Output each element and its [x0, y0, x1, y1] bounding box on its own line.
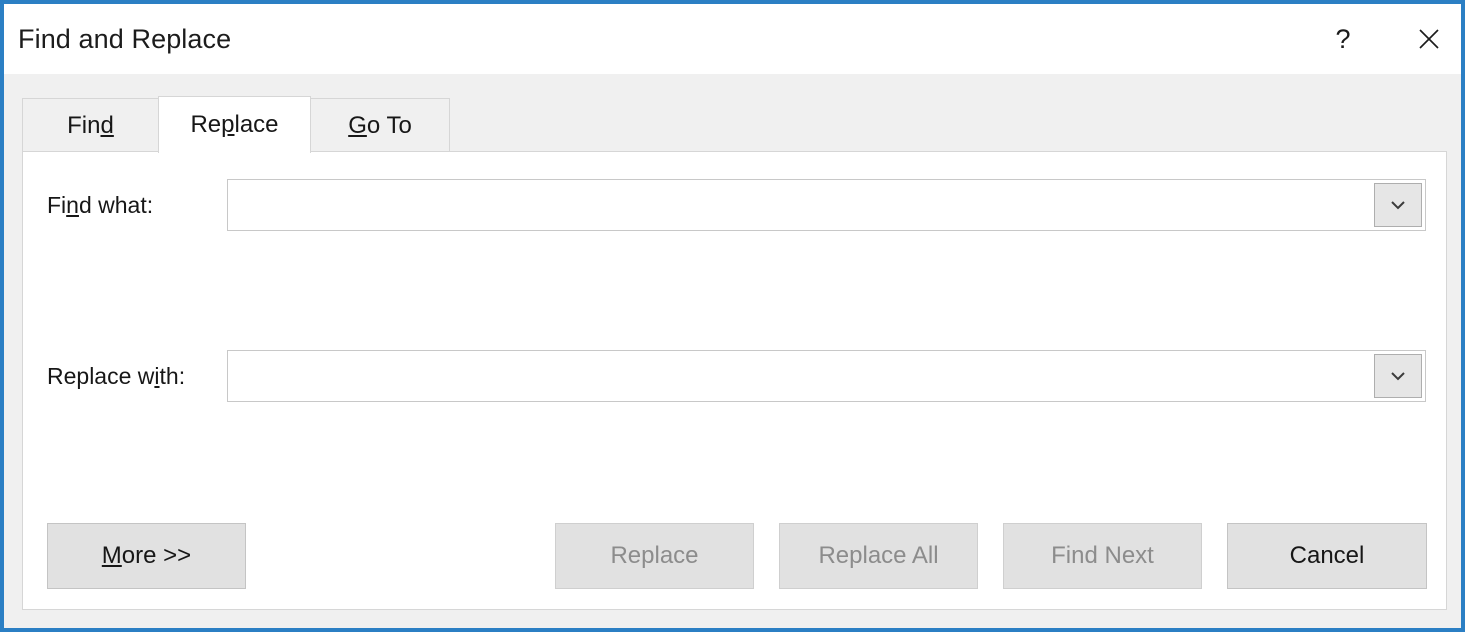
find-next-button[interactable]: Find Next — [1003, 523, 1202, 589]
tab-strip: Find Replace Go To — [4, 74, 1461, 153]
title-bar-buttons: ? — [1311, 4, 1461, 74]
replace-all-button[interactable]: Replace All — [779, 523, 978, 589]
replace-with-row: Replace with: — [23, 350, 1446, 402]
find-what-input[interactable] — [228, 180, 1374, 230]
dialog-button-row: More >> Replace Replace All Find Next Ca… — [23, 523, 1446, 589]
tab-go-to-label: Go To — [348, 112, 412, 139]
tab-replace-label: Replace — [190, 111, 279, 138]
find-what-combobox[interactable] — [227, 179, 1426, 231]
more-button[interactable]: More >> — [47, 523, 246, 589]
tab-content-panel: Find what: Replace with: More >> Replace… — [22, 151, 1447, 610]
close-button[interactable] — [1397, 4, 1461, 74]
more-button-label: More >> — [101, 542, 192, 569]
chevron-down-icon — [1387, 365, 1409, 387]
tab-go-to[interactable]: Go To — [310, 98, 450, 153]
tab-find-label: Find — [67, 112, 114, 139]
dialog-title: Find and Replace — [18, 23, 232, 54]
replace-button[interactable]: Replace — [555, 523, 754, 589]
tab-replace[interactable]: Replace — [158, 96, 311, 153]
cancel-button[interactable]: Cancel — [1227, 523, 1427, 589]
chevron-down-icon — [1387, 194, 1409, 216]
tab-list: Find Replace Go To — [22, 96, 450, 153]
replace-button-label: Replace — [610, 542, 699, 569]
question-mark-icon: ? — [1335, 23, 1351, 54]
tab-find[interactable]: Find — [22, 98, 159, 153]
replace-with-dropdown-button[interactable] — [1374, 354, 1422, 398]
find-what-dropdown-button[interactable] — [1374, 183, 1422, 227]
replace-with-combobox[interactable] — [227, 350, 1426, 402]
cancel-button-label: Cancel — [1289, 542, 1365, 569]
find-and-replace-dialog: Find and Replace ? Find Replace Go To Fi… — [0, 0, 1465, 632]
find-what-label: Find what: — [47, 191, 154, 218]
title-bar: Find and Replace ? — [4, 4, 1461, 74]
close-icon — [1416, 26, 1442, 52]
replace-all-button-label: Replace All — [818, 542, 939, 569]
help-button[interactable]: ? — [1311, 4, 1375, 74]
replace-with-input[interactable] — [228, 351, 1374, 401]
replace-with-label: Replace with: — [47, 362, 186, 389]
find-what-row: Find what: — [23, 179, 1446, 231]
find-next-button-label: Find Next — [1051, 542, 1154, 569]
